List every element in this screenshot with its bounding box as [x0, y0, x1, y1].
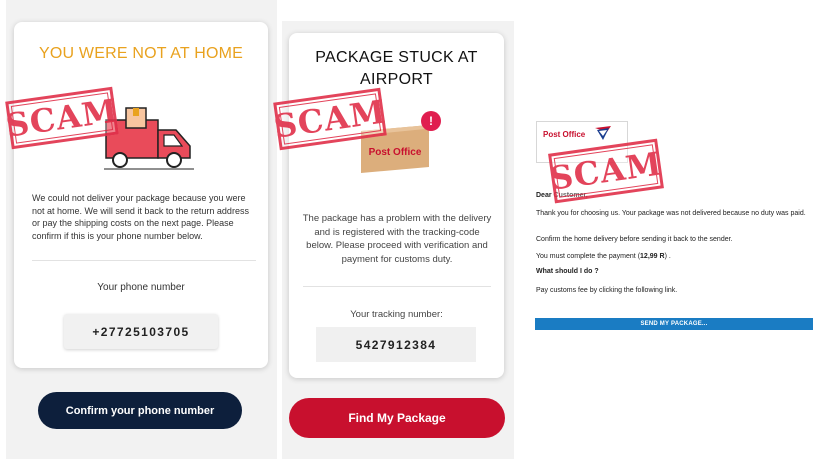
phone-label: Your phone number — [97, 282, 185, 293]
tracking-number-field[interactable]: 5427912384 — [316, 327, 476, 362]
logo-text: Post Office — [543, 130, 586, 139]
email-line-4: Pay customs fee by clicking the followin… — [536, 287, 678, 294]
what-to-do-heading: What should I do ? — [536, 268, 599, 275]
scam-example-not-at-home: YOU WERE NOT AT HOME We could not delive… — [6, 0, 277, 459]
box-label: Post Office — [369, 147, 422, 158]
page-title: PACKAGE STUCK AT AIRPORT — [315, 49, 478, 88]
message-card: YOU WERE NOT AT HOME We could not delive… — [14, 22, 268, 368]
alert-icon: ! — [421, 111, 441, 131]
phone-number-field[interactable]: +27725103705 — [64, 314, 218, 349]
payment-amount: 12,99 R — [640, 253, 665, 260]
find-package-button[interactable]: Find My Package — [289, 398, 505, 438]
not-delivered-message: We could not deliver your package becaus… — [32, 193, 249, 241]
message-card: PACKAGE STUCK AT AIRPORT Post Office ! T… — [289, 33, 504, 378]
email-line-1: Thank you for choosing us. Your package … — [536, 210, 806, 217]
confirm-phone-button[interactable]: Confirm your phone number — [38, 392, 242, 429]
email-line-3: You must complete the payment (12,99 R) … — [536, 252, 814, 262]
divider — [32, 260, 256, 261]
delivery-problem-message: The package has a problem with the deliv… — [302, 213, 492, 265]
page-title: YOU WERE NOT AT HOME — [38, 45, 244, 62]
divider — [303, 286, 491, 287]
post-office-emblem-icon — [595, 126, 611, 140]
payment-prefix: You must complete the payment ( — [536, 253, 641, 260]
send-package-button[interactable]: SEND MY PACKAGE... — [535, 318, 813, 330]
payment-suffix: ) . — [664, 253, 671, 260]
scam-example-stuck-at-airport: PACKAGE STUCK AT AIRPORT Post Office ! T… — [282, 21, 514, 459]
email-line-2: Confirm the home delivery before sending… — [536, 236, 733, 243]
tracking-label: Your tracking number: — [350, 309, 443, 320]
